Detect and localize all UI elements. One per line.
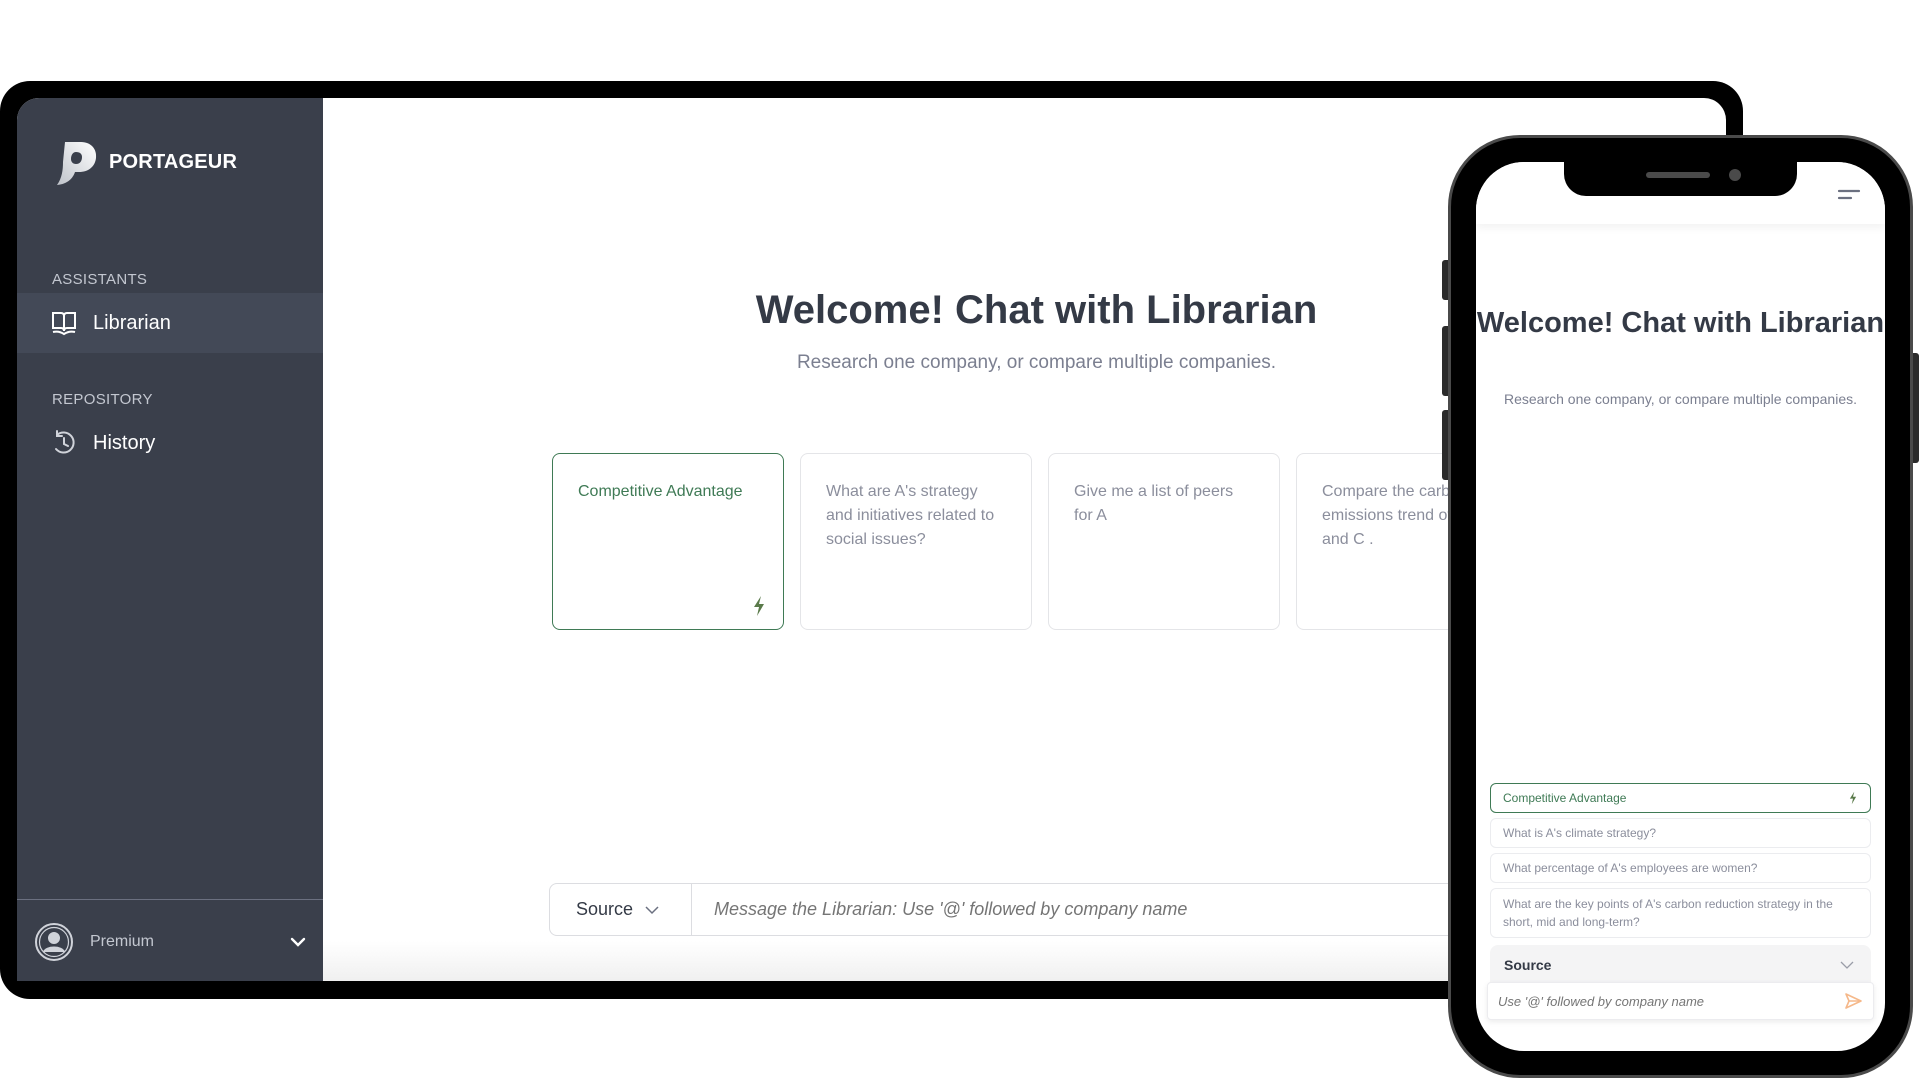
card-text: Give me a list of peers for A xyxy=(1074,483,1234,524)
mobile-subtitle: Research one company, or compare multipl… xyxy=(1503,391,1858,407)
chevron-down-icon xyxy=(1840,961,1854,969)
source-label: Source xyxy=(576,899,634,919)
mobile-suggestion[interactable]: What is A's climate strategy? xyxy=(1490,818,1871,848)
suggestion-text: Competitive Advantage xyxy=(1503,791,1627,805)
user-plan: Premium xyxy=(90,933,155,950)
menu-icon[interactable] xyxy=(1837,189,1861,201)
book-open-icon xyxy=(50,309,78,337)
mobile-chat-input-bar xyxy=(1487,982,1874,1020)
suggestion-text: What is A's climate strategy? xyxy=(1503,826,1657,840)
phone-camera xyxy=(1729,169,1741,181)
phone-mute-switch xyxy=(1442,260,1448,300)
user-avatar-icon xyxy=(35,923,73,961)
sidebar-item-label: Librarian xyxy=(93,311,171,334)
sidebar-divider xyxy=(17,899,323,900)
section-label-repository: REPOSITORY xyxy=(52,391,153,408)
suggestion-text: What percentage of A's employees are wom… xyxy=(1503,861,1758,875)
suggestion-card[interactable]: What are A's strategy and initiatives re… xyxy=(800,453,1032,630)
card-text: What are A's strategy and initiatives re… xyxy=(826,483,995,548)
brand-logo[interactable]: PORTAGEUR xyxy=(51,138,237,186)
send-icon[interactable] xyxy=(1843,991,1863,1011)
sidebar: PORTAGEUR ASSISTANTS Librarian REPOSITOR… xyxy=(17,98,323,981)
mobile-app: Welcome! Chat with Librarian Research on… xyxy=(1476,162,1885,1051)
mobile-suggestion[interactable]: What are the key points of A's carbon re… xyxy=(1490,888,1871,938)
chevron-down-icon[interactable] xyxy=(287,931,309,953)
mobile-title: Welcome! Chat with Librarian xyxy=(1476,307,1885,339)
history-icon xyxy=(50,429,78,457)
phone-volume-up xyxy=(1442,326,1448,396)
brand-name: PORTAGEUR xyxy=(109,150,238,173)
bolt-icon xyxy=(1849,791,1857,805)
user-menu[interactable]: Premium xyxy=(34,920,309,964)
source-dropdown[interactable]: Source xyxy=(550,884,692,935)
card-text: Competitive Advantage xyxy=(578,483,743,500)
chevron-down-icon xyxy=(645,905,659,914)
sidebar-item-librarian[interactable]: Librarian xyxy=(17,293,323,353)
section-label-assistants: ASSISTANTS xyxy=(52,271,148,288)
suggestion-text: What are the key points of A's carbon re… xyxy=(1503,897,1833,929)
phone-power-button xyxy=(1913,353,1919,463)
suggestion-card-competitive-advantage[interactable]: Competitive Advantage xyxy=(552,453,784,630)
sidebar-item-history[interactable]: History xyxy=(17,413,323,473)
phone-frame: Welcome! Chat with Librarian Research on… xyxy=(1442,135,1919,1078)
mobile-message-input[interactable] xyxy=(1498,993,1843,1009)
phone-speaker xyxy=(1646,172,1710,178)
mobile-source-dropdown[interactable]: Source xyxy=(1490,945,1871,985)
phone-notch xyxy=(1564,162,1797,196)
phone-volume-down xyxy=(1442,410,1448,480)
mobile-suggestion[interactable]: What percentage of A's employees are wom… xyxy=(1490,853,1871,883)
bolt-icon xyxy=(754,596,764,616)
portageur-logo-icon xyxy=(57,142,97,185)
mobile-suggestion-competitive-advantage[interactable]: Competitive Advantage xyxy=(1490,783,1871,813)
suggestion-card[interactable]: Give me a list of peers for A xyxy=(1048,453,1280,630)
source-label: Source xyxy=(1504,957,1552,973)
sidebar-item-label: History xyxy=(93,431,156,454)
